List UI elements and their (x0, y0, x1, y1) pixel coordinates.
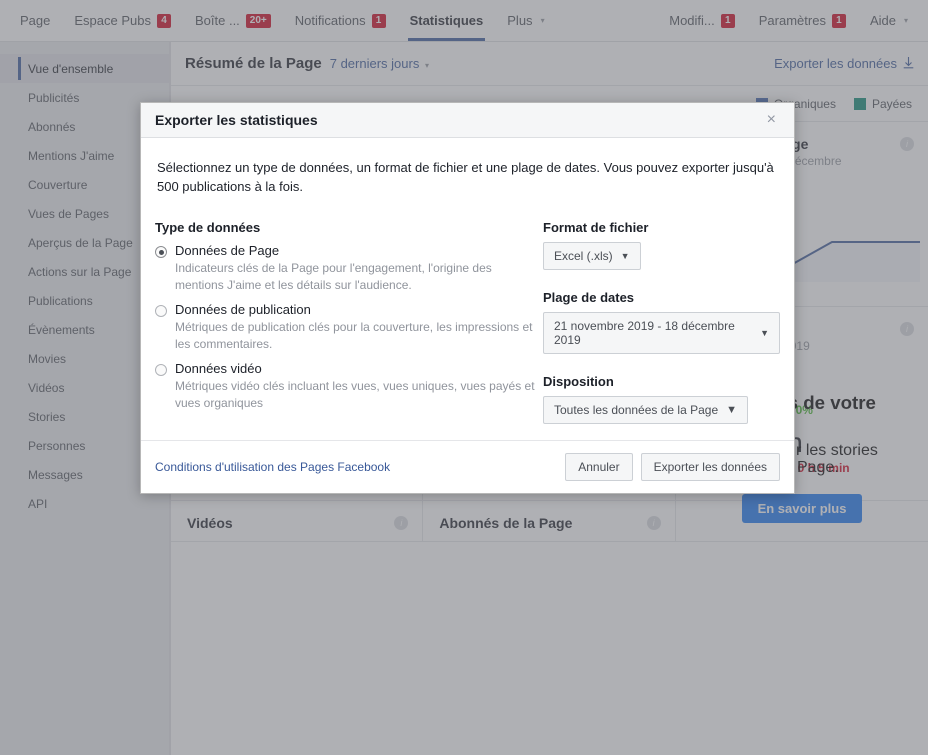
dialog-body: Sélectionnez un type de données, un form… (141, 138, 794, 434)
file-format-select[interactable]: Excel (.xls) ▼ (543, 242, 641, 270)
date-range-heading: Plage de dates (543, 290, 635, 305)
date-range-select[interactable]: 21 novembre 2019 - 18 décembre 2019 ▼ (543, 312, 780, 354)
radio-icon[interactable] (155, 305, 167, 317)
chevron-down-icon: ▼ (760, 328, 769, 338)
dialog-intro-text: Sélectionnez un type de données, un form… (157, 160, 774, 194)
chevron-down-icon: ▼ (620, 251, 630, 261)
export-data-button[interactable]: Exporter les données (640, 453, 780, 481)
close-icon[interactable]: × (763, 110, 780, 130)
data-type-option-description: Métriques vidéo clés incluant les vues, … (175, 379, 535, 410)
file-format-heading: Format de fichier (543, 220, 649, 235)
radio-icon[interactable] (155, 246, 167, 258)
layout-value: Toutes les données de la Page (554, 403, 719, 417)
data-type-option-description: Indicateurs clés de la Page pour l'engag… (175, 261, 492, 292)
data-type-option-label: Données vidéo (175, 361, 262, 376)
data-type-column: Type de données Données de Page Indicate… (155, 220, 535, 424)
chevron-down-icon: ▼ (726, 404, 738, 416)
data-type-radio-group: Données de Page Indicateurs clés de la P… (155, 243, 535, 412)
dialog-header: Exporter les statistiques × (141, 103, 794, 138)
dialog-footer: Conditions d'utilisation des Pages Faceb… (141, 440, 794, 493)
data-type-option[interactable]: Données vidéo Métriques vidéo clés inclu… (155, 361, 535, 412)
terms-link[interactable]: Conditions d'utilisation des Pages Faceb… (155, 460, 390, 474)
radio-icon[interactable] (155, 364, 167, 376)
dialog-actions: Annuler Exporter les données (565, 453, 780, 481)
layout-heading: Disposition (543, 374, 614, 389)
data-type-option-label: Données de Page (175, 243, 280, 258)
export-insights-dialog: Exporter les statistiques × Sélectionnez… (140, 102, 795, 494)
data-type-option[interactable]: Données de publication Métriques de publ… (155, 302, 535, 353)
date-range-value: 21 novembre 2019 - 18 décembre 2019 (554, 319, 735, 347)
dialog-title: Exporter les statistiques (155, 112, 318, 128)
file-format-value: Excel (.xls) (554, 249, 613, 263)
data-type-heading: Type de données (155, 220, 261, 235)
options-column: Format de fichier Excel (.xls) ▼ Plage d… (535, 220, 780, 424)
data-type-option-label: Données de publication (175, 302, 311, 317)
dialog-columns: Type de données Données de Page Indicate… (155, 220, 780, 424)
cancel-button[interactable]: Annuler (565, 453, 633, 481)
data-type-option-description: Métriques de publication clés pour la co… (175, 320, 533, 351)
layout-select[interactable]: Toutes les données de la Page ▼ (543, 396, 749, 424)
data-type-option[interactable]: Données de Page Indicateurs clés de la P… (155, 243, 535, 294)
